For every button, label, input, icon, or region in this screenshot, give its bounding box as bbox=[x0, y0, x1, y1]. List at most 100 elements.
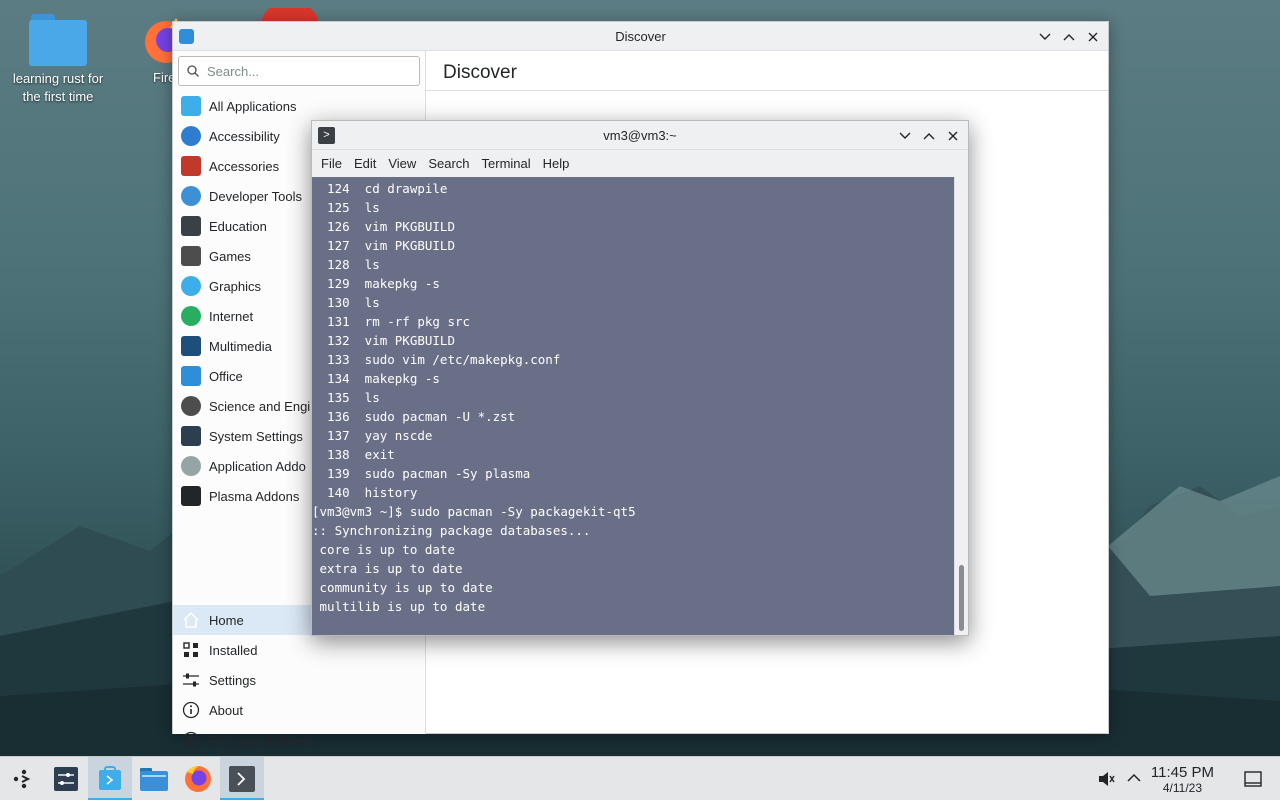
update-icon bbox=[182, 731, 200, 749]
menu-help[interactable]: Help bbox=[537, 156, 576, 171]
terminal-line: 135 ls bbox=[312, 390, 380, 405]
task-terminal[interactable] bbox=[220, 756, 264, 800]
digital-clock[interactable]: 11:45 PM 4/11/23 bbox=[1150, 764, 1214, 796]
chevron-up-icon bbox=[1127, 773, 1141, 782]
terminal-line: 132 vim PKGBUILD bbox=[312, 333, 455, 348]
sidebar-item-settings[interactable]: Settings bbox=[173, 665, 426, 695]
plasma-icon bbox=[181, 486, 201, 506]
terminal-line: 138 exit bbox=[312, 447, 395, 462]
scrollbar-thumb[interactable] bbox=[959, 565, 964, 631]
installed-icon bbox=[183, 642, 198, 657]
maximize-button[interactable] bbox=[1062, 30, 1076, 44]
sidebar-item-fetching-updates[interactable]: Fetching updates... bbox=[173, 725, 426, 755]
page-title: Discover bbox=[443, 62, 517, 83]
close-button[interactable] bbox=[946, 129, 960, 143]
terminal-line: 129 makepkg -s bbox=[312, 276, 440, 291]
terminal-line: 134 makepkg -s bbox=[312, 371, 440, 386]
terminal-line: :: Synchronizing package databases... bbox=[312, 523, 591, 538]
chevron-up-icon bbox=[923, 132, 935, 139]
sidebar-item-all-applications[interactable]: All Applications bbox=[173, 91, 426, 121]
settings-panel-icon bbox=[181, 426, 201, 446]
search-field[interactable] bbox=[178, 56, 420, 86]
menu-search[interactable]: Search bbox=[422, 156, 475, 171]
terminal-window-title: vm3@vm3:~ bbox=[603, 127, 677, 143]
close-icon bbox=[1088, 32, 1098, 41]
terminal-line: 124 cd drawpile bbox=[312, 181, 448, 196]
sidebar-item-label: Internet bbox=[209, 308, 254, 324]
volume-muted-icon bbox=[1099, 772, 1115, 786]
sidebar-item-label: System Settings bbox=[209, 428, 303, 444]
sidebar-item-label: Installed bbox=[209, 642, 258, 658]
discover-titlebar[interactable]: Discover bbox=[173, 22, 1108, 51]
terminal-titlebar[interactable]: > vm3@vm3:~ bbox=[312, 121, 968, 150]
toolbox-icon bbox=[181, 156, 201, 176]
task-system-settings[interactable] bbox=[44, 757, 88, 800]
terminal-line: [vm3@vm3 ~]$ sudo pacman -Sy packagekit-… bbox=[312, 504, 636, 519]
menu-view[interactable]: View bbox=[382, 156, 422, 171]
sidebar-item-label: All Applications bbox=[209, 98, 297, 114]
sidebar-item-label: Settings bbox=[209, 672, 256, 688]
terminal-menubar: File Edit View Search Terminal Help bbox=[312, 150, 968, 176]
sidebar-item-label: Graphics bbox=[209, 278, 262, 294]
terminal-icon bbox=[229, 765, 255, 792]
terminal-line: 127 vim PKGBUILD bbox=[312, 238, 455, 253]
taskbar: 11:45 PM 4/11/23 bbox=[0, 756, 1280, 800]
terminal-line: 137 yay nscde bbox=[312, 428, 433, 443]
terminal-line: 130 ls bbox=[312, 295, 380, 310]
chevron-up-icon bbox=[1063, 33, 1075, 40]
terminal-line: 140 history bbox=[312, 485, 418, 500]
terminal-output[interactable]: 124 cd drawpile 125 ls 126 vim PKGBUILD … bbox=[312, 177, 955, 635]
sidebar-item-label: Home bbox=[209, 612, 244, 628]
application-launcher-button[interactable] bbox=[0, 757, 44, 800]
desktop-folder-learning-rust[interactable]: learning rust for the first time bbox=[4, 14, 112, 106]
sidebar-item-label: Office bbox=[209, 368, 243, 384]
home-icon bbox=[183, 611, 199, 628]
task-file-manager[interactable] bbox=[132, 757, 176, 800]
terminal-line: 139 sudo pacman -Sy plasma bbox=[312, 466, 531, 481]
terminal-line: core is up to date bbox=[312, 542, 455, 557]
sidebar-item-label: Developer Tools bbox=[209, 188, 302, 204]
search-input[interactable] bbox=[207, 63, 407, 79]
menu-terminal[interactable]: Terminal bbox=[476, 156, 537, 171]
monitor-icon bbox=[181, 336, 201, 356]
sidebar-item-installed[interactable]: Installed bbox=[173, 635, 426, 665]
info-icon bbox=[182, 701, 200, 719]
desktop-folder-label: learning rust for the first time bbox=[12, 71, 104, 104]
menu-file[interactable]: File bbox=[315, 156, 348, 171]
chevron-down-icon bbox=[899, 132, 911, 139]
maximize-button[interactable] bbox=[922, 129, 936, 143]
sidebar-item-label: Fetching updates... bbox=[209, 732, 320, 748]
sidebar-item-label: About bbox=[209, 702, 243, 718]
document-icon bbox=[181, 366, 201, 386]
task-discover[interactable] bbox=[88, 756, 132, 800]
sidebar-item-label: Application Addo bbox=[209, 458, 306, 474]
sidebar-item-about[interactable]: About bbox=[173, 695, 426, 725]
system-settings-icon bbox=[54, 766, 78, 791]
terminal-line: community is up to date bbox=[312, 580, 493, 595]
volume-muted-button[interactable] bbox=[1096, 769, 1116, 792]
clock-time: 11:45 PM bbox=[1150, 764, 1214, 781]
discover-icon bbox=[99, 765, 121, 790]
terminal-line: 125 ls bbox=[312, 200, 380, 215]
sidebar-item-label: Multimedia bbox=[209, 338, 272, 354]
menu-edit[interactable]: Edit bbox=[348, 156, 382, 171]
clock-date: 4/11/23 bbox=[1162, 781, 1203, 795]
chevron-down-icon bbox=[1039, 33, 1051, 40]
folder-icon bbox=[140, 767, 168, 791]
chalkboard-icon bbox=[181, 216, 201, 236]
partial-app-icon bbox=[262, 8, 318, 22]
terminal-scrollbar[interactable] bbox=[954, 177, 968, 635]
sidebar-item-label: Education bbox=[209, 218, 267, 234]
header-divider bbox=[426, 90, 1108, 91]
minimize-button[interactable] bbox=[1038, 30, 1052, 44]
show-desktop-button[interactable] bbox=[1243, 769, 1263, 792]
flask-icon bbox=[181, 396, 201, 416]
system-tray-expand-button[interactable] bbox=[1126, 771, 1142, 788]
task-firefox[interactable] bbox=[176, 757, 220, 800]
search-icon bbox=[187, 65, 199, 77]
discover-window-title: Discover bbox=[615, 28, 666, 44]
minimize-button[interactable] bbox=[898, 129, 912, 143]
close-button[interactable] bbox=[1086, 30, 1100, 44]
close-icon bbox=[948, 131, 958, 140]
dots-icon bbox=[181, 456, 201, 476]
